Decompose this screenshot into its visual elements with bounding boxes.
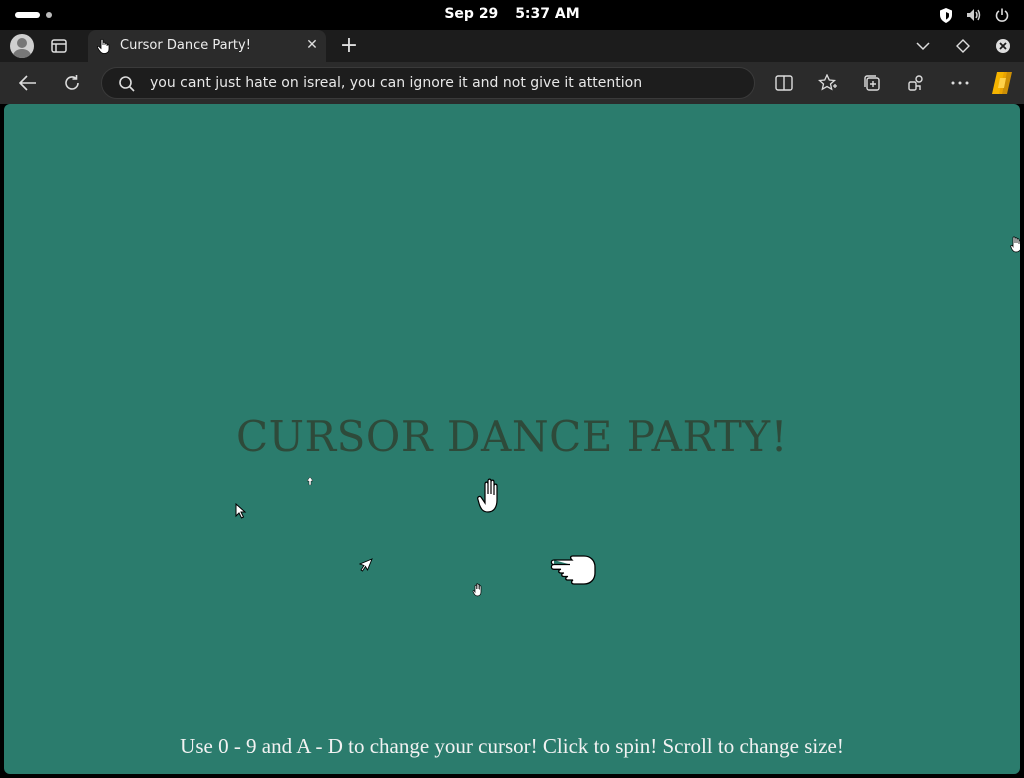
favorites-star-icon[interactable] — [817, 72, 839, 94]
search-icon — [118, 75, 136, 93]
collections-icon[interactable] — [861, 72, 883, 94]
close-window-icon[interactable] — [994, 36, 1012, 56]
clock-time: 5:37 AM — [515, 6, 580, 22]
rotated-arrow-cursor-icon — [358, 557, 373, 576]
hand-cursor-icon — [1010, 235, 1020, 257]
tab-search-chevron-down-icon[interactable] — [914, 36, 932, 56]
small-hand-cursor-icon — [472, 582, 484, 601]
clock-date: Sep 29 — [444, 6, 499, 22]
page-title: CURSOR DANCE PARTY! — [236, 412, 788, 461]
tab-cursor-dance-party[interactable]: Cursor Dance Party! ✕ — [88, 30, 326, 62]
new-tab-button[interactable]: + — [338, 35, 360, 57]
system-clock[interactable]: Sep 29 5:37 AM — [0, 6, 1024, 22]
tab-close-icon[interactable]: ✕ — [304, 37, 320, 53]
address-bar[interactable]: you cant just hate on isreal, you can ig… — [101, 67, 755, 99]
power-icon[interactable] — [994, 7, 1010, 23]
more-menu-icon[interactable] — [949, 72, 971, 94]
page-viewport[interactable]: CURSOR DANCE PARTY! Use 0 - 9 and A - D … — [4, 104, 1020, 774]
tab-actions-icon[interactable] — [50, 37, 68, 55]
tabstrip-controls — [914, 36, 1012, 56]
volume-icon[interactable] — [966, 7, 982, 23]
tiny-arrow-cursor-icon — [306, 470, 314, 489]
bottom-edge — [0, 774, 1024, 778]
tab-title: Cursor Dance Party! — [120, 38, 251, 53]
copilot-icon[interactable] — [989, 70, 1015, 96]
pointing-hand-cursor-icon — [550, 551, 598, 593]
arrow-cursor-icon — [235, 502, 247, 523]
reload-icon[interactable] — [61, 72, 83, 94]
hand-cursor-favicon-icon — [96, 38, 112, 54]
back-arrow-icon[interactable] — [17, 72, 39, 94]
tab-strip: Cursor Dance Party! ✕ + — [0, 30, 1024, 62]
extensions-icon[interactable] — [905, 72, 927, 94]
browser-toolbar: you cant just hate on isreal, you can ig… — [0, 62, 1024, 104]
address-text: you cant just hate on isreal, you can ig… — [150, 75, 643, 91]
profile-avatar[interactable] — [10, 34, 34, 58]
diamond-icon[interactable] — [954, 36, 972, 56]
split-screen-icon[interactable] — [773, 72, 795, 94]
open-hand-cursor-icon — [477, 478, 505, 518]
instructions-text: Use 0 - 9 and A - D to change your curso… — [180, 734, 844, 758]
shield-icon[interactable] — [938, 7, 954, 23]
system-tray[interactable] — [938, 7, 1010, 23]
system-top-bar: Sep 29 5:37 AM — [0, 0, 1024, 30]
